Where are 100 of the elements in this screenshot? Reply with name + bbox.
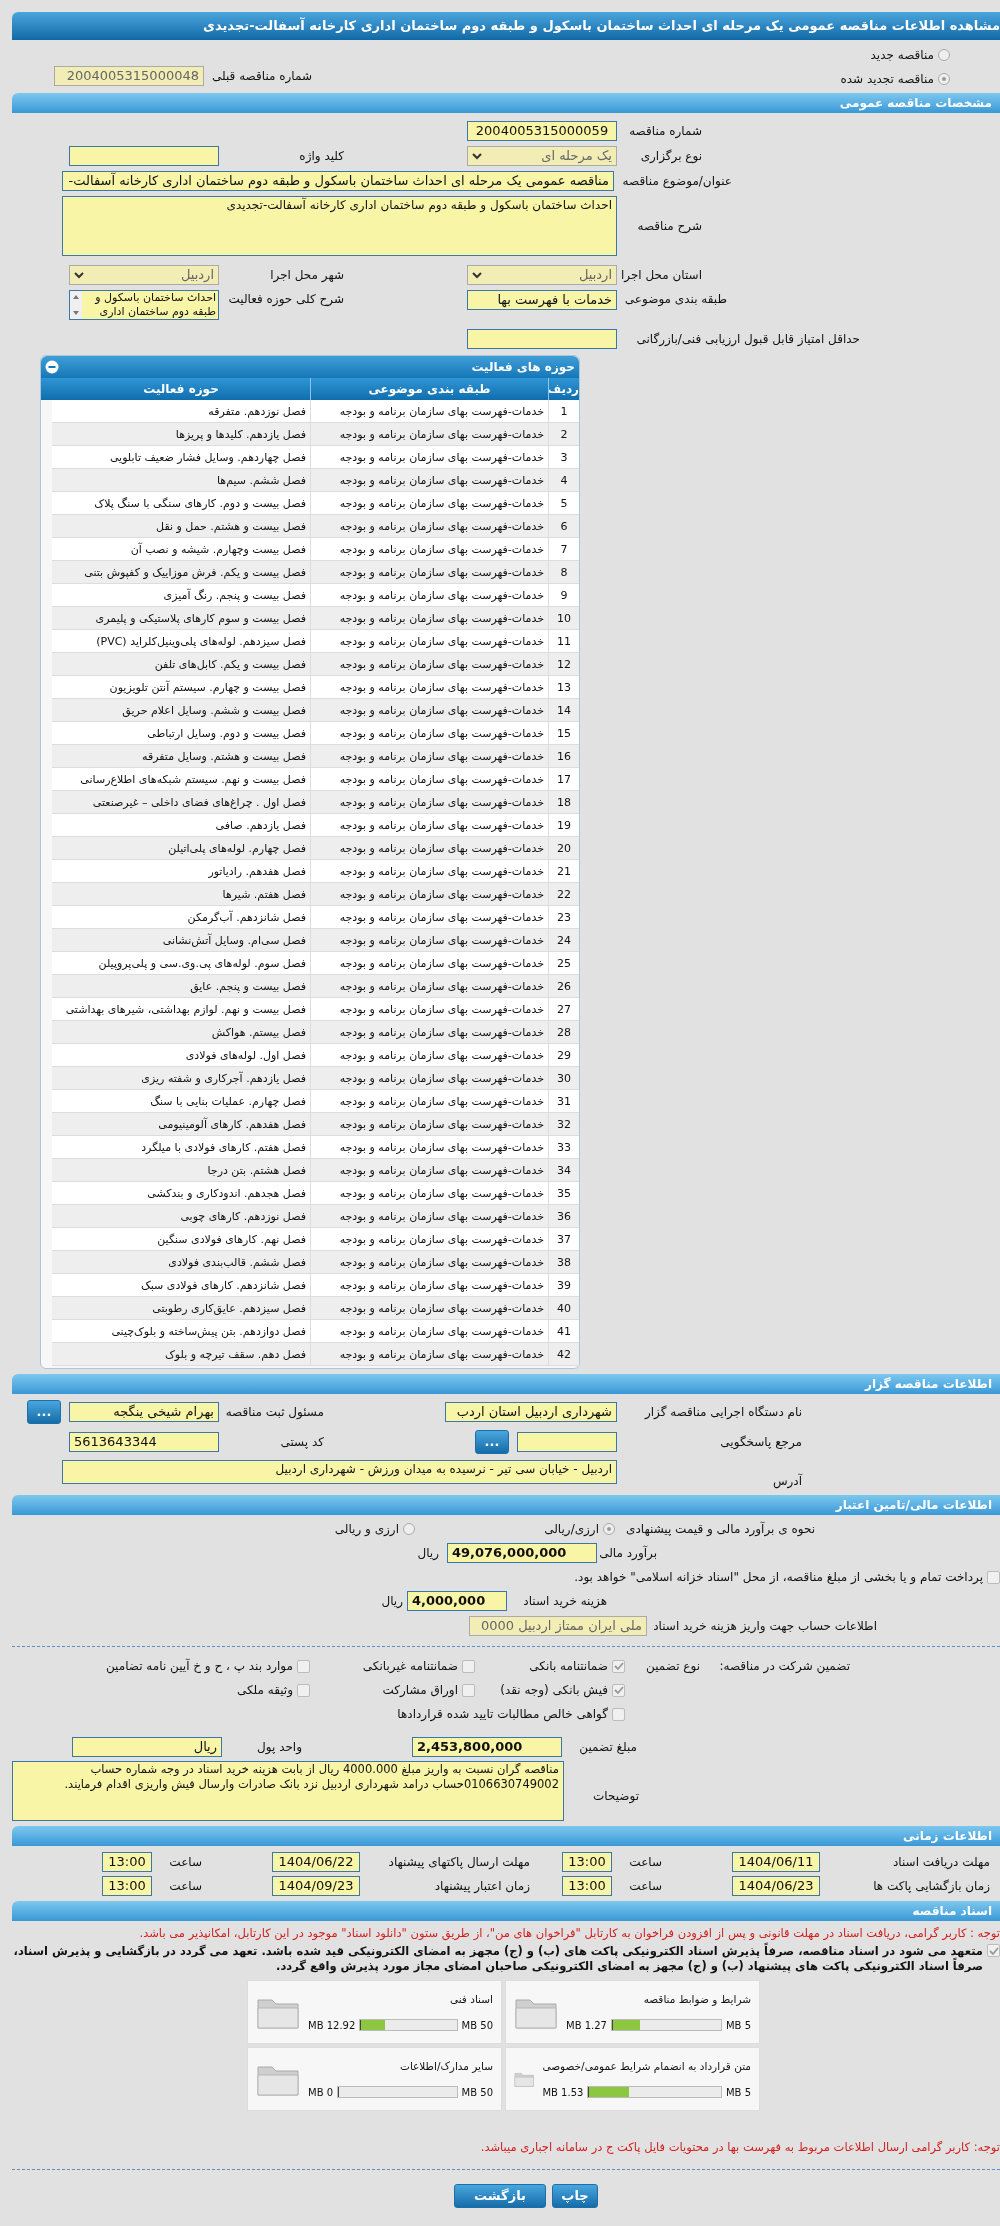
field-label: طبقه بندی موضوعی bbox=[623, 291, 727, 308]
table-cell: فصل بیست و دوم. وسایل ارتباطی bbox=[52, 722, 311, 744]
max-size: 5 MB bbox=[725, 2018, 751, 2033]
field-label: ریال bbox=[381, 1593, 404, 1610]
table-cell: فصل شانزدهم. کارهای فولادی سبک bbox=[52, 1274, 311, 1296]
table-cell: فصل شانزدهم. آب‌گرمکن bbox=[52, 906, 311, 928]
table-cell-text: 5 bbox=[559, 496, 569, 512]
input-field[interactable]: 1404/06/11 bbox=[732, 1852, 820, 1872]
input-field[interactable] bbox=[69, 146, 219, 166]
input-field[interactable]: 13:00 bbox=[562, 1876, 612, 1896]
dropdown[interactable]: 2004005315000048 bbox=[54, 66, 204, 86]
table-cell: فصل نوزدهم. متفرقه bbox=[52, 400, 311, 422]
radio-button[interactable] bbox=[403, 1523, 415, 1535]
text-area[interactable]: اردبیل - خیابان سی تیر - نرسیده به میدان ورزش - شهرداری اردبیل bbox=[62, 1460, 617, 1484]
field-label: شرح کلی حوزه فعالیت bbox=[227, 291, 344, 308]
field-label: هزینه خرید اسناد bbox=[522, 1593, 607, 1610]
notice-text: توجه : کاربر گرامی، دریافت اسناد در مهلت قانونی و پس از افزودن فراخوان به کارتابل "فراخوان های من"، از طریق ستون "دانلود اسناد" موجود در این کارتابل، امکانپذیر می باشد. bbox=[138, 1925, 1000, 1942]
table-cell: فصل بیست و ششم. وسایل اعلام حریق bbox=[52, 699, 311, 721]
input-field[interactable]: 5613643344 bbox=[69, 1432, 219, 1452]
section-header: اسناد مناقصه bbox=[12, 1901, 1000, 1921]
action-button[interactable]: بازگشت bbox=[454, 2183, 546, 2208]
table-cell: خدمات-فهرست بهای سازمان برنامه و بودجه bbox=[311, 1320, 549, 1342]
input-field[interactable]: خدمات با فهرست بها bbox=[467, 290, 617, 310]
section-header: اطلاعات زمانی bbox=[12, 1826, 1000, 1846]
field-label: مرجع پاسخگویی bbox=[719, 1434, 802, 1451]
field-label: عنوان/موضوع مناقصه bbox=[621, 173, 732, 190]
radio-button[interactable] bbox=[938, 49, 950, 61]
field-label: تضمین شرکت در مناقصه: bbox=[718, 1658, 850, 1676]
checkbox[interactable] bbox=[612, 1683, 625, 1697]
checkbox[interactable] bbox=[462, 1659, 475, 1673]
table-cell: فصل بیستم. هواکش bbox=[52, 1021, 311, 1043]
file-size: 1.53 MB bbox=[542, 2085, 584, 2100]
checkbox[interactable] bbox=[462, 1683, 475, 1697]
field-label: نام دستگاه اجرایی مناقصه گزار bbox=[643, 1404, 802, 1421]
dropdown[interactable]: اردبیل bbox=[467, 265, 617, 285]
radio-button[interactable] bbox=[603, 1523, 615, 1535]
table-cell-text: 4 bbox=[559, 473, 569, 489]
field-label: نحوه ی برآورد مالی و قیمت پیشنهادی bbox=[625, 1520, 815, 1538]
input-field[interactable] bbox=[467, 329, 617, 349]
table-cell: فصل سوم. لوله‌های پی.وی.سی و پلی‌پروپیلن bbox=[52, 952, 311, 974]
table-cell-text: 13 bbox=[556, 680, 572, 696]
text-area[interactable]: احداث ساختمان باسکول و طبقه دوم ساختمان اداری کارخانه آسفالت-تجدیدی bbox=[62, 196, 617, 256]
table-cell-text: 34 bbox=[556, 1163, 572, 1179]
action-button[interactable]: ... bbox=[475, 1430, 509, 1454]
action-button[interactable]: ... bbox=[27, 1400, 61, 1424]
input-field[interactable]: 13:00 bbox=[102, 1852, 152, 1872]
input-field[interactable]: 1404/06/23 bbox=[732, 1876, 820, 1896]
collapse-icon[interactable] bbox=[45, 360, 59, 374]
dropdown[interactable]: اردبیل bbox=[69, 265, 219, 285]
input-field[interactable]: شهرداری اردبیل استان اردب bbox=[445, 1402, 617, 1422]
input-field[interactable]: مناقصه عمومی یک مرحله ای احداث ساختمان باسکول و طبقه دوم ساختمان اداری کارخانه آسفالت- bbox=[62, 171, 614, 191]
table-cell: فصل بیست و یکم. فرش موزاییک و کفپوش بتنی bbox=[52, 561, 311, 583]
table-cell-text: 1 bbox=[559, 404, 569, 420]
field-label: نوع تضمین bbox=[645, 1658, 700, 1676]
input-field[interactable]: 1404/09/23 bbox=[272, 1876, 360, 1896]
input-field[interactable]: 13:00 bbox=[102, 1876, 152, 1896]
table-cell: خدمات-فهرست بهای سازمان برنامه و بودجه bbox=[311, 1182, 549, 1204]
table-cell-text: 37 bbox=[556, 1232, 572, 1248]
table-cell: خدمات-فهرست بهای سازمان برنامه و بودجه bbox=[311, 630, 549, 652]
field-label: ارزی و ریالی bbox=[334, 1521, 399, 1538]
action-button[interactable]: چاپ bbox=[552, 2183, 598, 2208]
input-field[interactable]: 4,000,000 bbox=[407, 1591, 507, 1611]
field-label: ارزی/ریالی bbox=[544, 1521, 599, 1538]
checkbox[interactable] bbox=[297, 1683, 310, 1697]
table-cell: فصل اول. لوله‌های فولادی bbox=[52, 1044, 311, 1066]
dropdown[interactable]: یک مرحله ای bbox=[467, 146, 617, 166]
table-cell-text: 35 bbox=[556, 1186, 572, 1202]
input-field[interactable]: 49,076,000,000 bbox=[447, 1543, 597, 1563]
input-field[interactable]: 2,453,800,000 bbox=[412, 1737, 562, 1757]
field-label: ساعت bbox=[628, 1878, 662, 1895]
input-field[interactable]: 2004005315000059 bbox=[467, 121, 617, 141]
max-size: 5 MB bbox=[725, 2085, 751, 2100]
input-field[interactable]: بهرام شیخی ینگجه bbox=[69, 1402, 219, 1422]
checkbox[interactable] bbox=[612, 1707, 625, 1721]
input-field[interactable] bbox=[517, 1432, 617, 1452]
caret-icon bbox=[472, 152, 482, 160]
field-label: مناقصه تجدید شده bbox=[840, 71, 934, 88]
table-cell-text: 6 bbox=[559, 519, 569, 535]
table-cell-text: 10 bbox=[556, 611, 572, 627]
checkbox[interactable] bbox=[297, 1659, 310, 1673]
table-cell-text: 19 bbox=[556, 818, 572, 834]
input-field[interactable]: ریال bbox=[72, 1737, 222, 1757]
dropdown[interactable]: ملی ایران ممتاز اردبیل 0000 bbox=[469, 1616, 647, 1636]
field-label: مهلت ارسال پاکتهای پیشنهاد bbox=[387, 1854, 530, 1871]
table-cell: خدمات-فهرست بهای سازمان برنامه و بودجه bbox=[311, 1297, 549, 1319]
file-size: 12.92 MB bbox=[308, 2018, 356, 2033]
checkbox[interactable] bbox=[987, 1944, 1000, 1958]
scrollbar-arrows-icon bbox=[70, 291, 82, 319]
radio-button[interactable] bbox=[938, 73, 950, 85]
input-field[interactable]: 1404/06/22 bbox=[272, 1852, 360, 1872]
table-cell-text: 22 bbox=[556, 887, 572, 903]
text-area[interactable]: مناقصه گران نسبت به واریز مبلغ 4000.000 ریال از بابت هزینه خرید اسناد در وجه شماره حساب 0106630749002حساب درامد شهرداری اردبیل نزد بانک صادرات وارسال فیش واریزی اقدام فرمایند. bbox=[12, 1761, 564, 1821]
checkbox[interactable] bbox=[987, 1570, 1000, 1584]
list-box[interactable]: احداث ساختمان باسکول و طبقه دوم ساختمان اداری bbox=[69, 290, 219, 320]
field-label: شرح مناقصه bbox=[636, 218, 702, 235]
input-field[interactable]: 13:00 bbox=[562, 1852, 612, 1872]
checkbox[interactable] bbox=[612, 1659, 625, 1673]
table-cell: فصل هفتم. شیرها bbox=[52, 883, 311, 905]
table-cell-text: 21 bbox=[556, 864, 572, 880]
table-cell-text: 27 bbox=[556, 1002, 572, 1018]
